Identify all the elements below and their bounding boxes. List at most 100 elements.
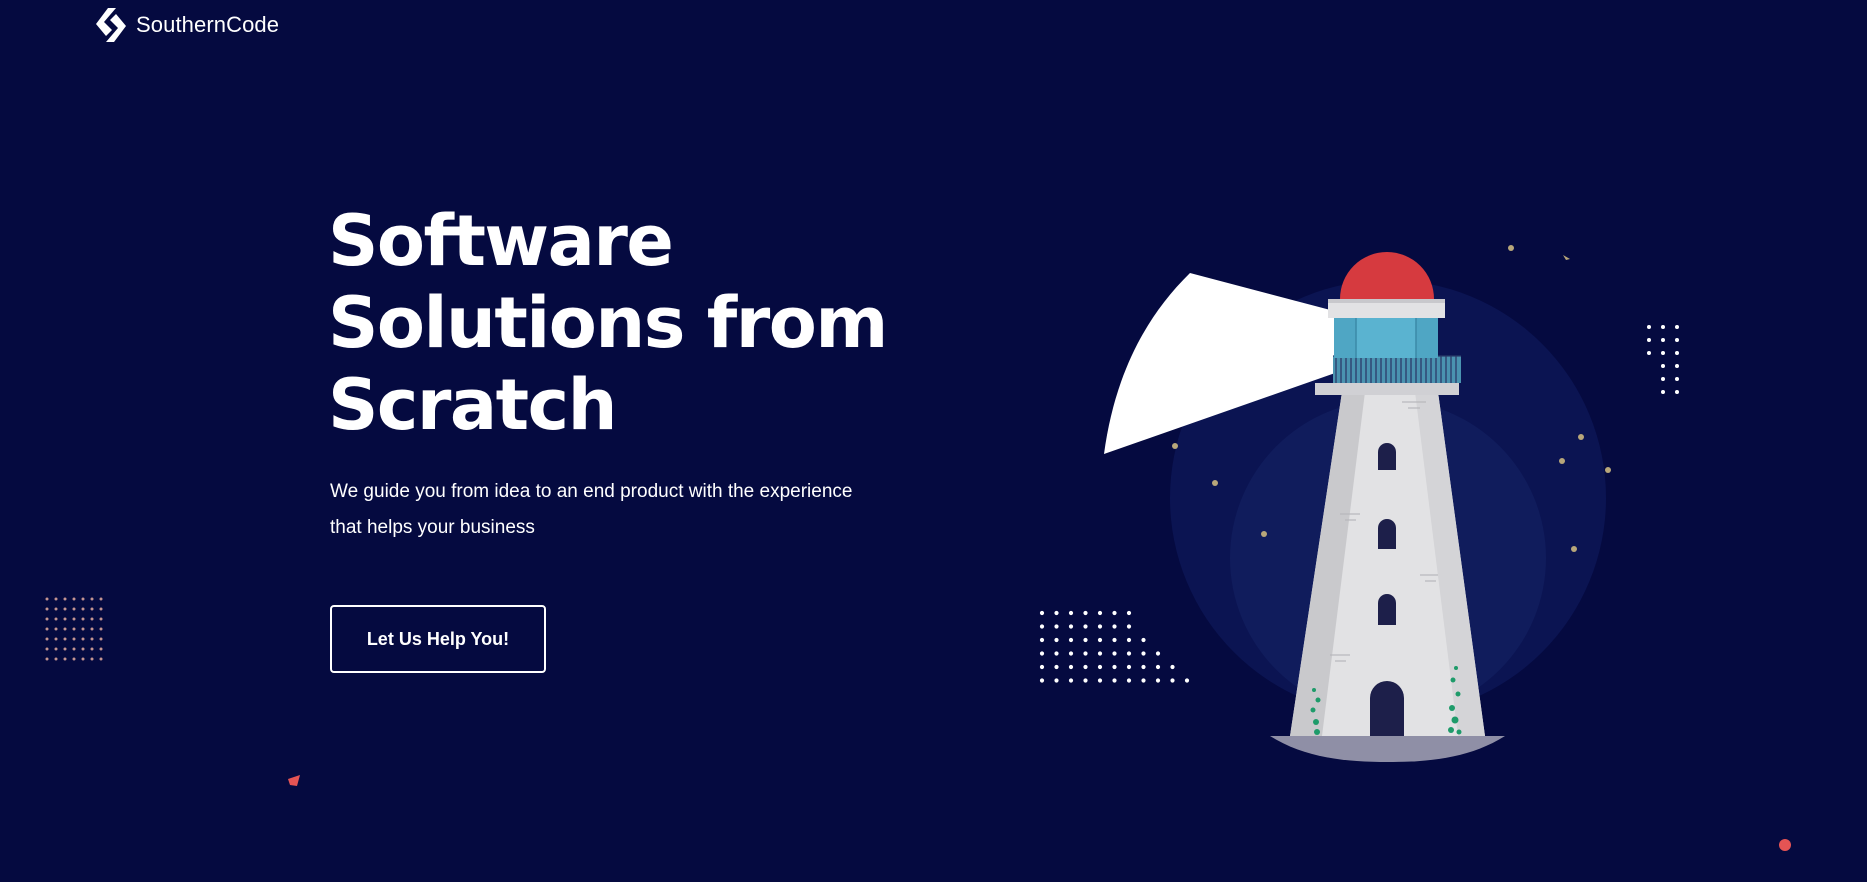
decor-dot	[1126, 624, 1132, 629]
left-dot-grid	[45, 597, 103, 661]
accent-dot	[1779, 839, 1791, 851]
decor-dot	[1675, 351, 1679, 355]
decor-dot	[1039, 610, 1045, 616]
decor-dot	[1675, 364, 1679, 368]
decor-dot	[1054, 678, 1059, 683]
decor-dot	[54, 637, 58, 641]
decor-dot	[1126, 610, 1132, 616]
decor-dot	[1112, 610, 1117, 616]
hero-section: Software Solutions from Scratch We guide…	[328, 200, 888, 546]
decor-dot	[45, 617, 49, 621]
decor-dot	[54, 647, 58, 651]
decor-dot	[63, 627, 67, 631]
southerncode-logo-icon[interactable]	[94, 6, 128, 44]
decor-dot	[1083, 624, 1088, 629]
decor-dot	[1083, 651, 1088, 656]
decor-dot	[54, 657, 58, 661]
decor-dot	[1083, 678, 1088, 683]
decor-dot	[1126, 637, 1132, 643]
decor-dot	[1054, 610, 1059, 616]
decor-dot	[1184, 678, 1190, 683]
decor-dot	[1661, 338, 1665, 342]
gallery-railing	[1333, 355, 1461, 383]
let-us-help-button[interactable]: Let Us Help You!	[330, 605, 546, 673]
decor-dot	[1097, 651, 1103, 656]
decor-dot	[54, 627, 58, 631]
decor-dot	[1083, 664, 1088, 670]
decor-dot	[99, 657, 103, 661]
decor-dot	[1068, 651, 1074, 656]
decor-dot	[72, 657, 76, 661]
decor-dot	[1097, 664, 1103, 670]
decor-dot	[81, 637, 85, 641]
decor-dot	[1097, 637, 1103, 643]
decor-dot	[45, 647, 49, 651]
decor-dot	[1675, 338, 1679, 342]
decor-dot	[90, 617, 94, 621]
decor-dot	[1661, 351, 1665, 355]
landing-page: SouthernCode Software Solutions from Scr…	[0, 0, 1867, 882]
decor-dot	[81, 657, 85, 661]
decor-dot	[45, 607, 49, 611]
decor-dot	[99, 627, 103, 631]
decor-dot	[1141, 651, 1146, 656]
decor-dot	[1155, 651, 1161, 656]
hero-subtext: We guide you from idea to an end product…	[330, 474, 890, 546]
decor-dot	[1039, 624, 1045, 629]
decor-dot	[1126, 664, 1132, 670]
decor-dot	[90, 647, 94, 651]
decor-dot	[81, 627, 85, 631]
decor-dot	[99, 607, 103, 611]
decor-dot	[90, 657, 94, 661]
decor-dot	[1083, 610, 1088, 616]
decor-dot	[90, 627, 94, 631]
decor-dot	[1112, 678, 1117, 683]
decor-dot	[1675, 325, 1679, 329]
decor-dot	[72, 637, 76, 641]
decor-dot	[72, 607, 76, 611]
decor-dot	[1661, 390, 1665, 394]
decor-dot	[1170, 678, 1175, 683]
decor-dot	[63, 617, 67, 621]
decor-dot	[1097, 610, 1103, 616]
site-header: SouthernCode	[94, 6, 279, 44]
decor-dot	[81, 607, 85, 611]
headline-line-1: Software	[328, 200, 674, 282]
decor-dot	[90, 597, 94, 601]
decor-dot	[1675, 377, 1679, 381]
right-dot-grid	[1647, 325, 1679, 394]
hero-illustration	[45, 245, 1791, 851]
decor-dot	[1068, 678, 1074, 683]
decor-dot	[1675, 390, 1679, 394]
decor-dot	[1112, 651, 1117, 656]
decor-dot	[1068, 637, 1074, 643]
decor-dot	[1054, 637, 1059, 643]
lighthouse-gallery	[1315, 383, 1459, 395]
hero-headline: Software Solutions from Scratch	[328, 200, 888, 446]
decor-dot	[1661, 364, 1665, 368]
decor-dot	[1054, 664, 1059, 670]
decor-dot	[1112, 637, 1117, 643]
decor-dot	[1141, 637, 1146, 643]
decor-dot	[45, 627, 49, 631]
brand-name[interactable]: SouthernCode	[136, 12, 279, 38]
headline-line-3: Scratch	[328, 364, 617, 446]
decor-dot	[90, 607, 94, 611]
decor-dot	[1170, 664, 1175, 670]
decor-dot	[1068, 610, 1074, 616]
decor-dot	[1126, 651, 1132, 656]
decor-dot	[99, 617, 103, 621]
decor-dot	[63, 657, 67, 661]
decor-dot	[99, 637, 103, 641]
decor-dot	[99, 597, 103, 601]
decor-dot	[90, 637, 94, 641]
decor-dot	[1039, 637, 1045, 643]
decor-dot	[1141, 664, 1146, 670]
lamp-dome	[1340, 252, 1434, 299]
decor-dot	[1647, 338, 1651, 342]
decor-dot	[1647, 325, 1651, 329]
decor-dot	[63, 607, 67, 611]
decor-dot	[1155, 664, 1161, 670]
decor-dot	[1155, 678, 1161, 683]
confetti-shape	[288, 775, 300, 786]
